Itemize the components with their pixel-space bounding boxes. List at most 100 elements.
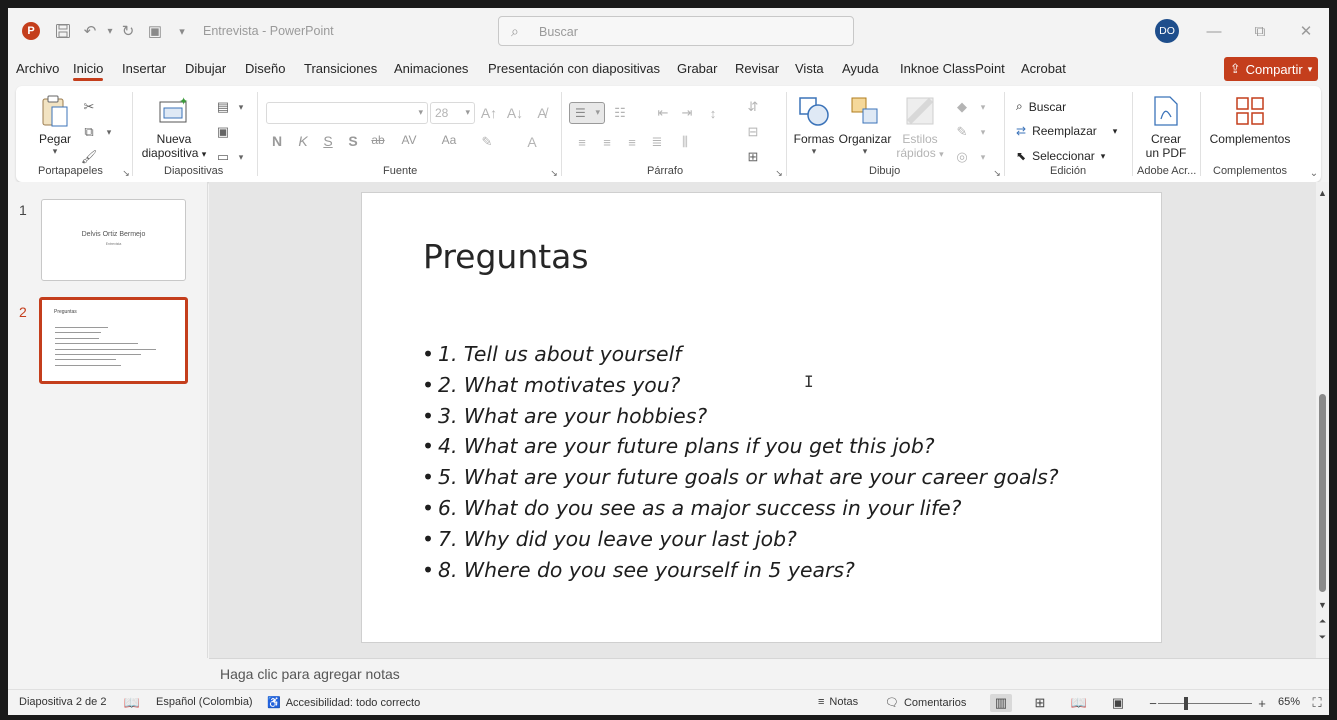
slide-bullet-list[interactable]: • 1. Tell us about yourself • 2. What moti… — [422, 339, 1142, 585]
copy-dropdown-icon[interactable]: ▾ — [100, 123, 118, 141]
numbering-icon[interactable]: ☷ — [611, 104, 629, 122]
scrollbar-thumb[interactable] — [1319, 394, 1326, 592]
accessibility-status[interactable]: ♿ Accesibilidad: todo correcto — [267, 696, 420, 710]
save-icon[interactable] — [53, 21, 73, 41]
spelling-check-icon[interactable]: 📖 — [121, 694, 143, 712]
scroll-up-icon[interactable]: ▲ — [1317, 188, 1328, 198]
fit-to-window-icon[interactable]: ⛶ — [1306, 694, 1328, 712]
align-right-icon[interactable]: ≡ — [623, 133, 641, 151]
restore-icon[interactable]: ⧉ — [1245, 18, 1275, 44]
create-pdf-button[interactable]: Crear un PDF — [1138, 94, 1194, 160]
text-shadow-button[interactable]: S — [342, 133, 364, 149]
reset-slide-icon[interactable]: ▣ — [214, 123, 232, 141]
slide-sorter-icon[interactable]: ⊞ — [1029, 694, 1051, 712]
zoom-slider-knob[interactable] — [1184, 697, 1188, 710]
comments-button[interactable]: 🗨 Comentarios — [885, 696, 966, 710]
layout-dropdown-icon[interactable]: ▾ — [232, 98, 250, 116]
slideshow-icon[interactable]: ▣ — [1107, 694, 1129, 712]
shrink-font-icon[interactable]: A↓ — [506, 104, 524, 122]
new-slide-button[interactable]: ✦ Nueva diapositiva ▾ — [136, 94, 212, 160]
section-icon[interactable]: ▭ — [214, 148, 232, 166]
strikethrough-button[interactable]: ab — [367, 133, 389, 147]
character-spacing-button[interactable]: AV — [395, 133, 423, 147]
scroll-down-icon[interactable]: ▼ — [1317, 600, 1328, 610]
addins-button[interactable]: Complementos — [1206, 94, 1294, 146]
vertical-scrollbar[interactable]: ▲ ▼ ⏶ ⏷ — [1316, 182, 1329, 658]
tab-presentacion[interactable]: Presentación con diapositivas — [488, 61, 660, 76]
increase-indent-icon[interactable]: ⇥ — [678, 104, 696, 122]
slide-thumbnail-1[interactable]: Delvis Ortiz Bermejo Entrevista — [41, 199, 186, 281]
font-size-select[interactable]: 28 ▾ — [430, 102, 475, 124]
language-status[interactable]: Español (Colombia) — [156, 696, 253, 708]
tab-revisar[interactable]: Revisar — [735, 61, 779, 76]
tab-archivo[interactable]: Archivo — [16, 61, 59, 76]
highlight-icon[interactable]: ✎ — [478, 133, 496, 151]
shape-outline-icon[interactable]: ✎ — [953, 123, 971, 141]
section-dropdown-icon[interactable]: ▾ — [232, 148, 250, 166]
copy-icon[interactable]: ⧉ — [80, 123, 98, 141]
minimize-icon[interactable]: — — [1199, 18, 1229, 44]
shape-effects-icon[interactable]: ◎ — [953, 148, 971, 166]
clear-formatting-icon[interactable]: A̸ — [533, 104, 551, 122]
notes-pane[interactable]: Haga clic para agregar notas — [209, 658, 1329, 688]
search-box[interactable]: ⌕ Buscar — [498, 16, 854, 46]
avatar[interactable]: DO — [1155, 19, 1179, 43]
align-center-icon[interactable]: ≡ — [598, 133, 616, 151]
zoom-slider[interactable] — [1158, 703, 1252, 704]
reading-view-icon[interactable]: 📖 — [1068, 694, 1090, 712]
paste-button[interactable]: Pegar ▾ — [30, 94, 80, 157]
columns-icon[interactable]: ⫼ — [676, 133, 694, 151]
tab-insertar[interactable]: Insertar — [122, 61, 166, 76]
shape-fill-dropdown-icon[interactable]: ▾ — [974, 98, 992, 116]
bold-button[interactable]: N — [266, 133, 288, 149]
layout-icon[interactable]: ▤ — [214, 98, 232, 116]
bullets-button[interactable]: ☰ ▾ — [569, 102, 605, 124]
present-icon[interactable]: ▣ — [145, 21, 165, 41]
tab-grabar[interactable]: Grabar — [677, 61, 717, 76]
collapse-ribbon-icon[interactable]: ⌄ — [1305, 164, 1323, 182]
grow-font-icon[interactable]: A↑ — [480, 104, 498, 122]
format-painter-icon[interactable]: 🖌 — [80, 148, 98, 166]
slide-thumbnail-2[interactable]: Preguntas — [39, 297, 188, 384]
italic-button[interactable]: K — [292, 133, 314, 149]
tab-inknoe-classpoint[interactable]: Inknoe ClassPoint — [900, 61, 1005, 76]
select-button[interactable]: ⬉ Seleccionar ▾ — [1016, 149, 1105, 163]
align-left-icon[interactable]: ≡ — [573, 133, 591, 151]
tab-ayuda[interactable]: Ayuda — [842, 61, 879, 76]
close-icon[interactable]: ✕ — [1291, 18, 1321, 44]
customize-quick-access-icon[interactable]: ▾ — [172, 21, 192, 41]
underline-button[interactable]: S — [317, 133, 339, 149]
next-slide-icon[interactable]: ⏷ — [1317, 632, 1328, 643]
tab-inicio[interactable]: Inicio — [73, 61, 104, 81]
zoom-in-icon[interactable]: + — [1251, 694, 1273, 712]
slide-canvas[interactable]: Preguntas • 1. Tell us about yourself • 2.… — [361, 192, 1162, 643]
cut-icon[interactable]: ✂ — [80, 98, 98, 116]
shape-fill-icon[interactable]: ◆ — [953, 98, 971, 116]
slide-title[interactable]: Preguntas — [423, 237, 589, 276]
smartart-icon[interactable]: ⊞ — [744, 148, 762, 166]
shapes-button[interactable]: Formas ▾ — [790, 94, 838, 157]
font-color-icon[interactable]: A — [523, 133, 541, 151]
align-text-icon[interactable]: ⊟ — [744, 123, 762, 141]
zoom-level[interactable]: 65% — [1278, 696, 1300, 708]
shape-outline-dropdown-icon[interactable]: ▾ — [974, 123, 992, 141]
find-button[interactable]: ⌕ Buscar — [1016, 99, 1066, 114]
replace-button[interactable]: ⇄ Reemplazar ▾ — [1016, 124, 1117, 138]
notes-button[interactable]: ≡ Notas — [818, 696, 858, 708]
quick-styles-button[interactable]: Estilos rápidos ▾ — [893, 94, 947, 160]
tab-diseno[interactable]: Diseño — [245, 61, 285, 76]
normal-view-icon[interactable]: ▥ — [990, 694, 1012, 712]
tab-vista[interactable]: Vista — [795, 61, 824, 76]
line-spacing-icon[interactable]: ↕ — [704, 104, 722, 122]
undo-icon[interactable]: ↶ — [80, 21, 100, 41]
redo-icon[interactable]: ↻ — [118, 21, 138, 41]
change-case-button[interactable]: Aa — [435, 133, 463, 147]
tab-dibujar[interactable]: Dibujar — [185, 61, 226, 76]
text-direction-icon[interactable]: ⇵ — [744, 98, 762, 116]
share-button[interactable]: ⇪ Compartir ▾ — [1224, 57, 1318, 81]
justify-icon[interactable]: ≣ — [648, 133, 666, 151]
tab-animaciones[interactable]: Animaciones — [394, 61, 468, 76]
arrange-button[interactable]: Organizar ▾ — [838, 94, 892, 157]
decrease-indent-icon[interactable]: ⇤ — [654, 104, 672, 122]
previous-slide-icon[interactable]: ⏶ — [1317, 616, 1328, 627]
